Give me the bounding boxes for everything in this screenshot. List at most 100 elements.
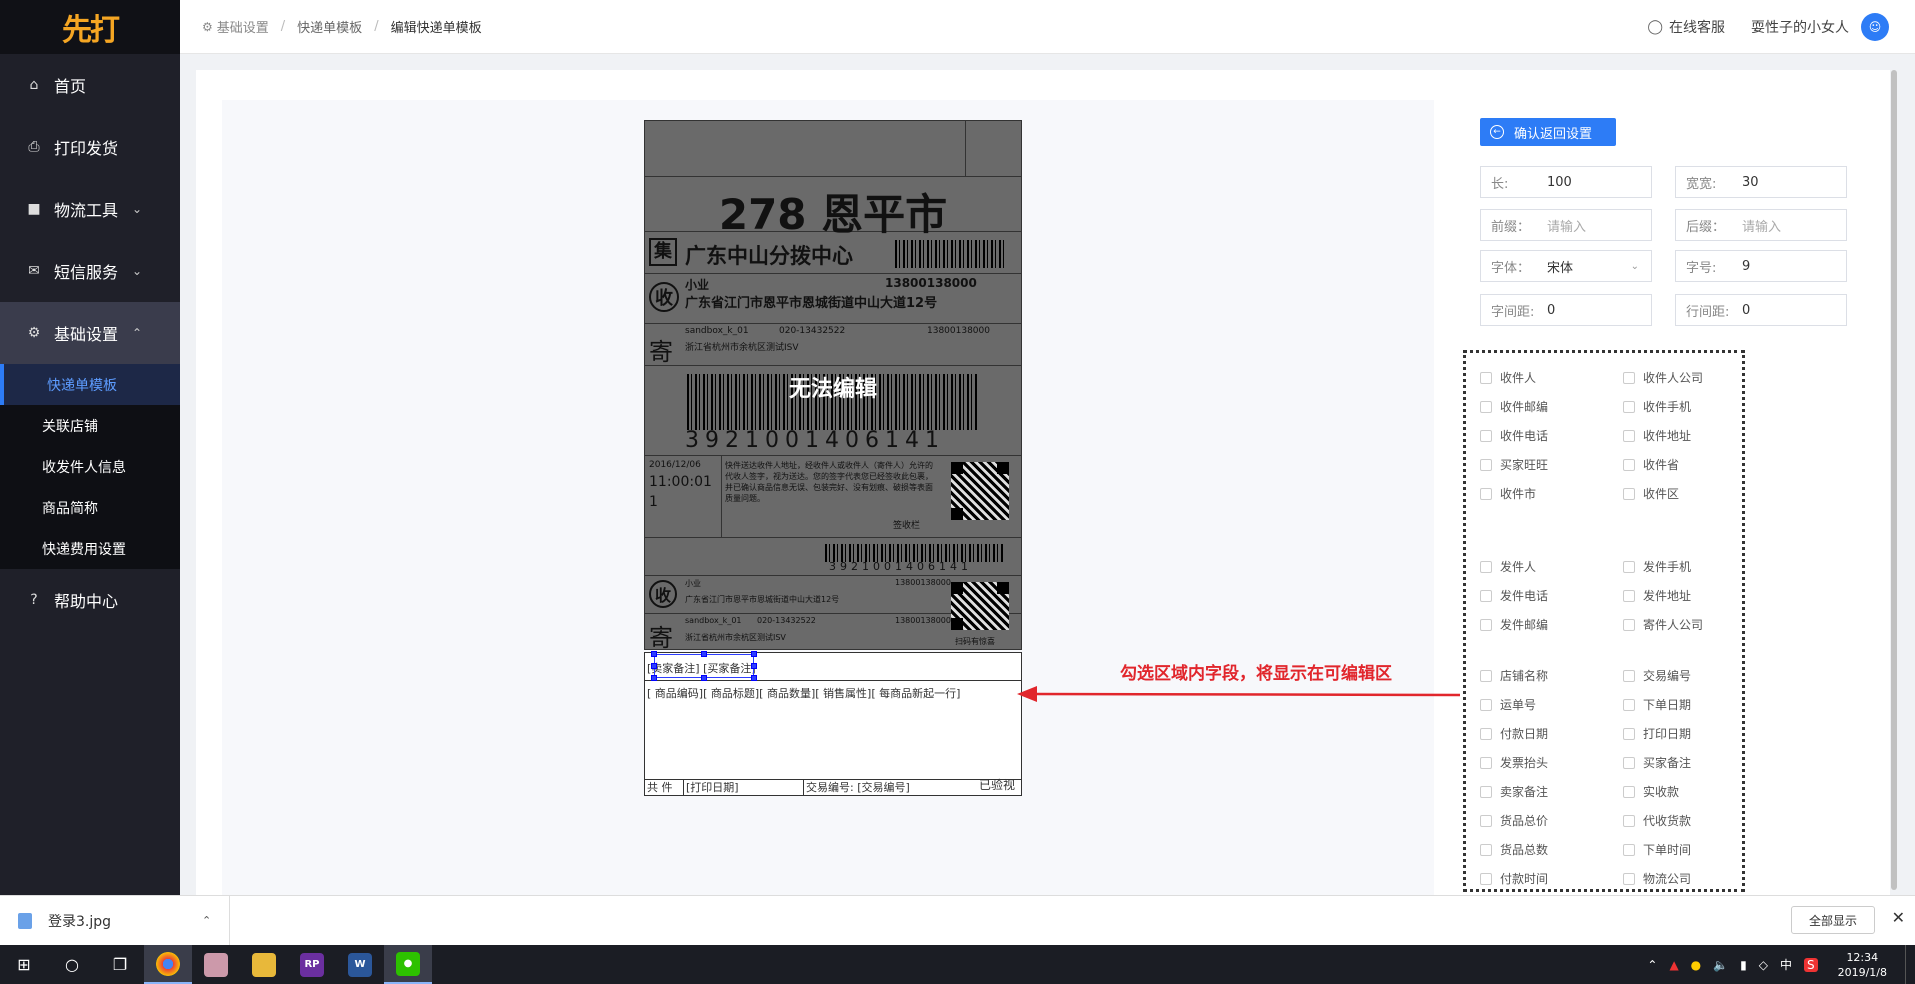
field-checkbox[interactable]: 店铺名称 (1480, 667, 1548, 684)
checkbox[interactable] (1480, 785, 1492, 798)
task-view-icon[interactable]: ❐ (96, 945, 144, 984)
inspected-field[interactable]: 已验视 (979, 776, 1015, 793)
submenu-item-contacts[interactable]: 收发件人信息 (0, 446, 180, 487)
field-checkbox[interactable]: 发件人 (1480, 558, 1536, 575)
logo[interactable]: 先打 (0, 0, 180, 54)
field-checkbox[interactable]: 收件地址 (1623, 427, 1691, 444)
checkbox[interactable] (1623, 458, 1635, 471)
avatar[interactable]: ☺ (1861, 13, 1889, 41)
chrome-taskbar-icon[interactable] (144, 945, 192, 984)
breadcrumb-item[interactable]: 快递单模板 (297, 17, 362, 36)
field-checkbox[interactable]: 发件电话 (1480, 587, 1548, 604)
label-editable-area[interactable]: [卖家备注] [买家备注] [ 商品编码][ 商品标题][ 商品数量][ 销售属… (644, 651, 1022, 796)
network-icon[interactable]: ◇ (1759, 958, 1768, 972)
close-icon[interactable]: ✕ (1892, 908, 1905, 927)
sidebar-item-settings[interactable]: ⚙ 基础设置 ⌃ (0, 302, 180, 364)
checkbox[interactable] (1480, 727, 1492, 740)
field-checkbox[interactable]: 发票抬头 (1480, 754, 1548, 771)
print-date-field[interactable]: [打印日期] (684, 780, 804, 795)
checkbox[interactable] (1623, 872, 1635, 885)
field-checkbox[interactable]: 下单日期 (1623, 696, 1691, 713)
suffix-field[interactable]: 后缀： 请输入 (1675, 209, 1847, 241)
field-checkbox[interactable]: 货品总价 (1480, 812, 1548, 829)
checkbox[interactable] (1623, 429, 1635, 442)
checkbox[interactable] (1623, 785, 1635, 798)
field-checkbox[interactable]: 物流公司 (1623, 870, 1691, 887)
length-field[interactable]: 长: 100 (1480, 166, 1652, 198)
resize-handle[interactable] (701, 651, 707, 657)
field-checkbox[interactable]: 收件省 (1623, 456, 1679, 473)
checkbox[interactable] (1480, 589, 1492, 602)
checkbox[interactable] (1623, 371, 1635, 384)
ime-indicator[interactable]: 中 (1780, 956, 1792, 973)
resize-handle[interactable] (751, 675, 757, 681)
total-count-field[interactable]: 共 件 (645, 780, 684, 795)
checkbox[interactable] (1480, 487, 1492, 500)
field-checkbox[interactable]: 买家旺旺 (1480, 456, 1548, 473)
windows-start-icon[interactable]: ⊞ (0, 945, 48, 984)
sidebar-item-sms[interactable]: ✉ 短信服务 ⌄ (0, 240, 180, 302)
submenu-item-shipping-fee[interactable]: 快递费用设置 (0, 528, 180, 569)
font-size-field[interactable]: 字号: 9 (1675, 250, 1847, 282)
username[interactable]: 耍性子的小女人 (1751, 17, 1849, 37)
field-checkbox[interactable]: 买家备注 (1623, 754, 1691, 771)
checkbox[interactable] (1480, 698, 1492, 711)
font-select[interactable]: 字体： 宋体 ⌄ (1480, 250, 1652, 282)
resize-handle[interactable] (651, 675, 657, 681)
field-checkbox[interactable]: 收件电话 (1480, 427, 1548, 444)
sidebar-item-home[interactable]: ⌂ 首页 (0, 54, 180, 116)
checkbox[interactable] (1623, 727, 1635, 740)
chevron-up-icon[interactable]: ⌃ (202, 914, 211, 927)
field-checkbox[interactable]: 收件手机 (1623, 398, 1691, 415)
resize-handle[interactable] (751, 663, 757, 669)
field-checkbox[interactable]: 寄件人公司 (1623, 616, 1703, 633)
checkbox[interactable] (1480, 756, 1492, 769)
sidebar-item-print[interactable]: ⎙ 打印发货 (0, 116, 180, 178)
checkbox[interactable] (1480, 458, 1492, 471)
breadcrumb-item[interactable]: 基础设置 (217, 17, 269, 36)
checkbox[interactable] (1480, 618, 1492, 631)
field-checkbox[interactable]: 实收款 (1623, 783, 1679, 800)
volume-icon[interactable]: 🔈 (1713, 958, 1728, 972)
field-checkbox[interactable]: 发件地址 (1623, 587, 1691, 604)
confirm-return-button[interactable]: ← 确认返回设置 (1480, 118, 1616, 146)
field-checkbox[interactable]: 发件邮编 (1480, 616, 1548, 633)
checkbox[interactable] (1480, 843, 1492, 856)
field-checkbox[interactable]: 打印日期 (1623, 725, 1691, 742)
line-spacing-field[interactable]: 行间距: 0 (1675, 294, 1847, 326)
checkbox[interactable] (1623, 400, 1635, 413)
checkbox[interactable] (1623, 560, 1635, 573)
checkbox[interactable] (1480, 429, 1492, 442)
field-checkbox[interactable]: 运单号 (1480, 696, 1536, 713)
checkbox[interactable] (1623, 698, 1635, 711)
field-checkbox[interactable]: 付款时间 (1480, 870, 1548, 887)
checkbox[interactable] (1623, 487, 1635, 500)
search-icon[interactable]: ○ (48, 945, 96, 984)
field-checkbox[interactable]: 发件手机 (1623, 558, 1691, 575)
download-item[interactable]: 登录3.jpg ⌃ (18, 895, 230, 946)
resize-handle[interactable] (701, 675, 707, 681)
notification-icon[interactable] (1905, 945, 1915, 984)
resize-handle[interactable] (751, 651, 757, 657)
field-checkbox[interactable]: 收件人公司 (1623, 369, 1703, 386)
checkbox[interactable] (1623, 589, 1635, 602)
checkbox[interactable] (1623, 669, 1635, 682)
battery-icon[interactable]: ▮ (1740, 958, 1747, 972)
sogou-icon[interactable]: S (1803, 957, 1818, 972)
field-checkbox[interactable]: 代收货款 (1623, 812, 1691, 829)
tray-app-icon[interactable]: ● (1691, 958, 1701, 972)
field-checkbox[interactable]: 收件邮编 (1480, 398, 1548, 415)
checkbox[interactable] (1480, 872, 1492, 885)
field-checkbox[interactable]: 收件人 (1480, 369, 1536, 386)
sidebar-item-logistics[interactable]: ■ 物流工具 ⌄ (0, 178, 180, 240)
field-checkbox[interactable]: 下单时间 (1623, 841, 1691, 858)
letter-spacing-field[interactable]: 字间距: 0 (1480, 294, 1652, 326)
tray-chevron-icon[interactable]: ⌃ (1647, 958, 1657, 972)
checkbox[interactable] (1623, 756, 1635, 769)
checkbox[interactable] (1480, 669, 1492, 682)
width-field[interactable]: 宽宽: 30 (1675, 166, 1847, 198)
word-icon[interactable]: W (336, 945, 384, 984)
goods-field[interactable]: [ 商品编码][ 商品标题][ 商品数量][ 销售属性][ 每商品新起一行] (647, 685, 960, 701)
field-checkbox[interactable]: 货品总数 (1480, 841, 1548, 858)
resize-handle[interactable] (651, 651, 657, 657)
